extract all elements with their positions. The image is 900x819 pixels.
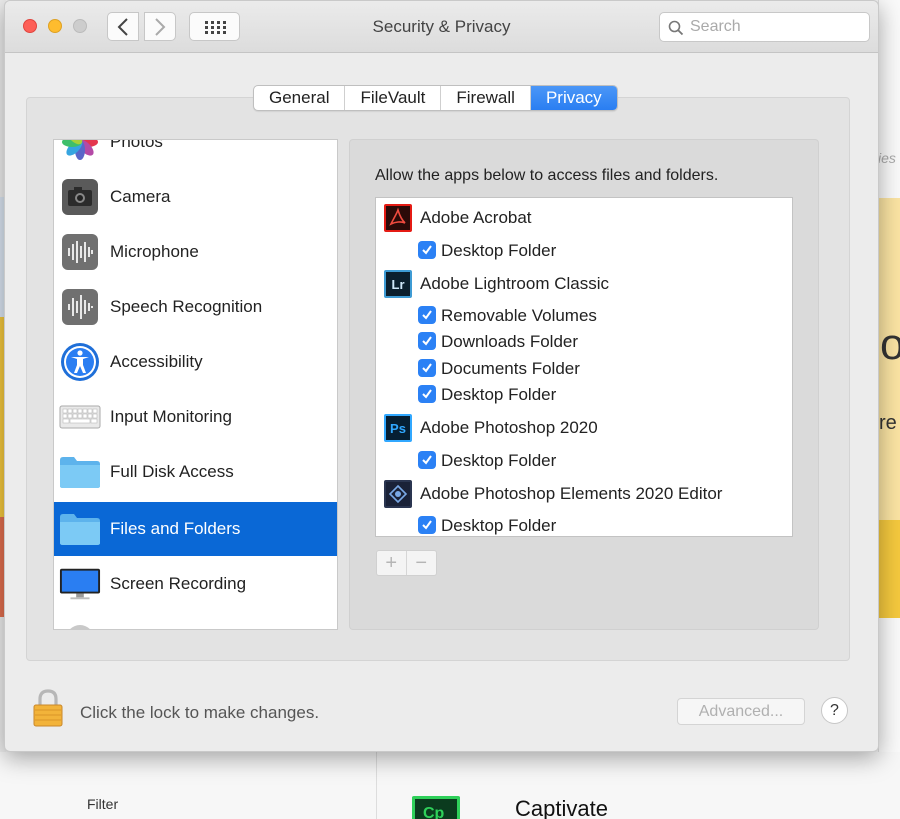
sidebar-item-full-disk-access[interactable]: Full Disk Access: [54, 445, 337, 499]
sidebar-item-label: Files and Folders: [110, 519, 241, 538]
tab-bar: General FileVault Firewall Privacy: [253, 85, 618, 111]
permission-label: Downloads Folder: [441, 332, 579, 351]
keyboard-icon: [59, 396, 101, 438]
checkbox-checked[interactable]: [418, 516, 436, 534]
tab-privacy[interactable]: Privacy: [530, 86, 617, 110]
sidebar-item-input-monitoring[interactable]: Input Monitoring: [54, 390, 337, 444]
tab-filevault[interactable]: FileVault: [345, 86, 442, 110]
app-row-adobe-acrobat[interactable]: Adobe Acrobat: [376, 203, 792, 233]
sidebar-item-label: Speech Recognition: [110, 297, 263, 316]
checkmark-icon: [422, 310, 432, 320]
search-icon: [668, 20, 684, 36]
app-name: Adobe Photoshop 2020: [420, 418, 598, 437]
divider: [376, 752, 377, 819]
sidebar-item-files-and-folders[interactable]: Files and Folders: [54, 502, 337, 556]
privacy-category-list[interactable]: Photos Camera Microphone Speech Recognit…: [53, 139, 338, 630]
app-name: Adobe Lightroom Classic: [420, 274, 609, 293]
search-field[interactable]: [659, 12, 870, 42]
app-name: Adobe Acrobat: [420, 208, 532, 227]
permission-row[interactable]: Desktop Folder: [376, 513, 792, 536]
checkmark-icon: [422, 389, 432, 399]
permission-row[interactable]: Downloads Folder: [376, 329, 792, 355]
remove-button[interactable]: −: [407, 551, 436, 575]
search-input[interactable]: [690, 18, 860, 36]
permission-label: Desktop Folder: [441, 516, 557, 535]
checkmark-icon: [422, 245, 432, 255]
captivate-label: Captivate: [515, 796, 608, 819]
microphone-icon: [59, 231, 101, 273]
background-partial-text: o: [880, 320, 900, 369]
gear-icon: [59, 618, 101, 629]
filter-label[interactable]: Filter: [87, 796, 118, 812]
app-row-adobe-lightroom-classic[interactable]: Lr Adobe Lightroom Classic: [376, 269, 792, 299]
sidebar-item-label: Full Disk Access: [110, 462, 234, 481]
lock-icon[interactable]: [32, 689, 64, 727]
sidebar-item-screen-recording[interactable]: Screen Recording: [54, 557, 337, 611]
tab-firewall[interactable]: Firewall: [441, 86, 531, 110]
permission-row[interactable]: Desktop Folder: [376, 448, 792, 474]
checkbox-checked[interactable]: [418, 385, 436, 403]
checkbox-checked[interactable]: [418, 359, 436, 377]
speech-recognition-icon: [59, 286, 101, 328]
tab-general[interactable]: General: [254, 86, 346, 110]
sidebar-item-label: Microphone: [110, 242, 199, 261]
checkmark-icon: [422, 363, 432, 373]
add-button[interactable]: +: [377, 551, 407, 575]
advanced-button[interactable]: Advanced...: [677, 698, 805, 725]
add-remove-control: + −: [376, 550, 437, 576]
permission-label: Desktop Folder: [441, 241, 557, 260]
description-text: Allow the apps below to access files and…: [375, 167, 719, 184]
captivate-icon: Cp: [412, 796, 460, 819]
lock-hint-text: Click the lock to make changes.: [80, 703, 320, 722]
acrobat-icon: [384, 204, 412, 232]
app-row-adobe-photoshop-elements-2020-editor[interactable]: Adobe Photoshop Elements 2020 Editor: [376, 479, 792, 509]
checkbox-checked[interactable]: [418, 332, 436, 350]
checkbox-checked[interactable]: [418, 451, 436, 469]
permission-label: Desktop Folder: [441, 385, 557, 404]
sidebar-item-label: Input Monitoring: [110, 407, 232, 426]
folder-icon: [59, 508, 101, 550]
sidebar-item-label: Photos: [110, 139, 163, 151]
title-bar: Security & Privacy: [5, 1, 878, 53]
display-icon: [59, 563, 101, 605]
sidebar-item-label: Camera: [110, 187, 171, 206]
lightroom-icon: Lr: [384, 270, 412, 298]
app-permissions-list[interactable]: Adobe Acrobat Desktop Folder Lr Adobe Li…: [375, 197, 793, 537]
sidebar-item-camera[interactable]: Camera: [54, 170, 337, 224]
sidebar-item-microphone[interactable]: Microphone: [54, 225, 337, 279]
folder-icon: [59, 451, 101, 493]
permission-row[interactable]: Desktop Folder: [376, 238, 792, 264]
checkbox-checked[interactable]: [418, 241, 436, 259]
sidebar-item-label: Accessibility: [110, 352, 203, 371]
photoshop-elements-icon: [384, 480, 412, 508]
background-partial-text: ies: [878, 150, 896, 166]
sidebar-item-more[interactable]: [54, 612, 337, 629]
help-button[interactable]: ?: [821, 697, 848, 724]
checkmark-icon: [422, 520, 432, 530]
checkmark-icon: [422, 455, 432, 465]
checkmark-icon: [422, 336, 432, 346]
permission-row[interactable]: Desktop Folder: [376, 382, 792, 408]
permission-label: Documents Folder: [441, 359, 580, 378]
permission-label: Desktop Folder: [441, 451, 557, 470]
app-name: Adobe Photoshop Elements 2020 Editor: [420, 484, 723, 503]
sidebar-item-speech-recognition[interactable]: Speech Recognition: [54, 280, 337, 334]
checkbox-checked[interactable]: [418, 306, 436, 324]
sidebar-item-photos[interactable]: Photos: [54, 139, 337, 169]
accessibility-icon: [59, 341, 101, 383]
camera-icon: [59, 176, 101, 218]
photoshop-icon: Ps: [384, 414, 412, 442]
permission-label: Removable Volumes: [441, 306, 597, 325]
photos-icon: [59, 140, 101, 163]
permission-row[interactable]: Documents Folder: [376, 356, 792, 382]
sidebar-item-accessibility[interactable]: Accessibility: [54, 335, 337, 389]
background-partial-text: re: [879, 412, 897, 434]
sidebar-item-label: Screen Recording: [110, 574, 247, 593]
background-right-edge: [878, 0, 900, 819]
permission-row[interactable]: Removable Volumes: [376, 303, 792, 329]
app-row-adobe-photoshop-2020[interactable]: Ps Adobe Photoshop 2020: [376, 413, 792, 443]
